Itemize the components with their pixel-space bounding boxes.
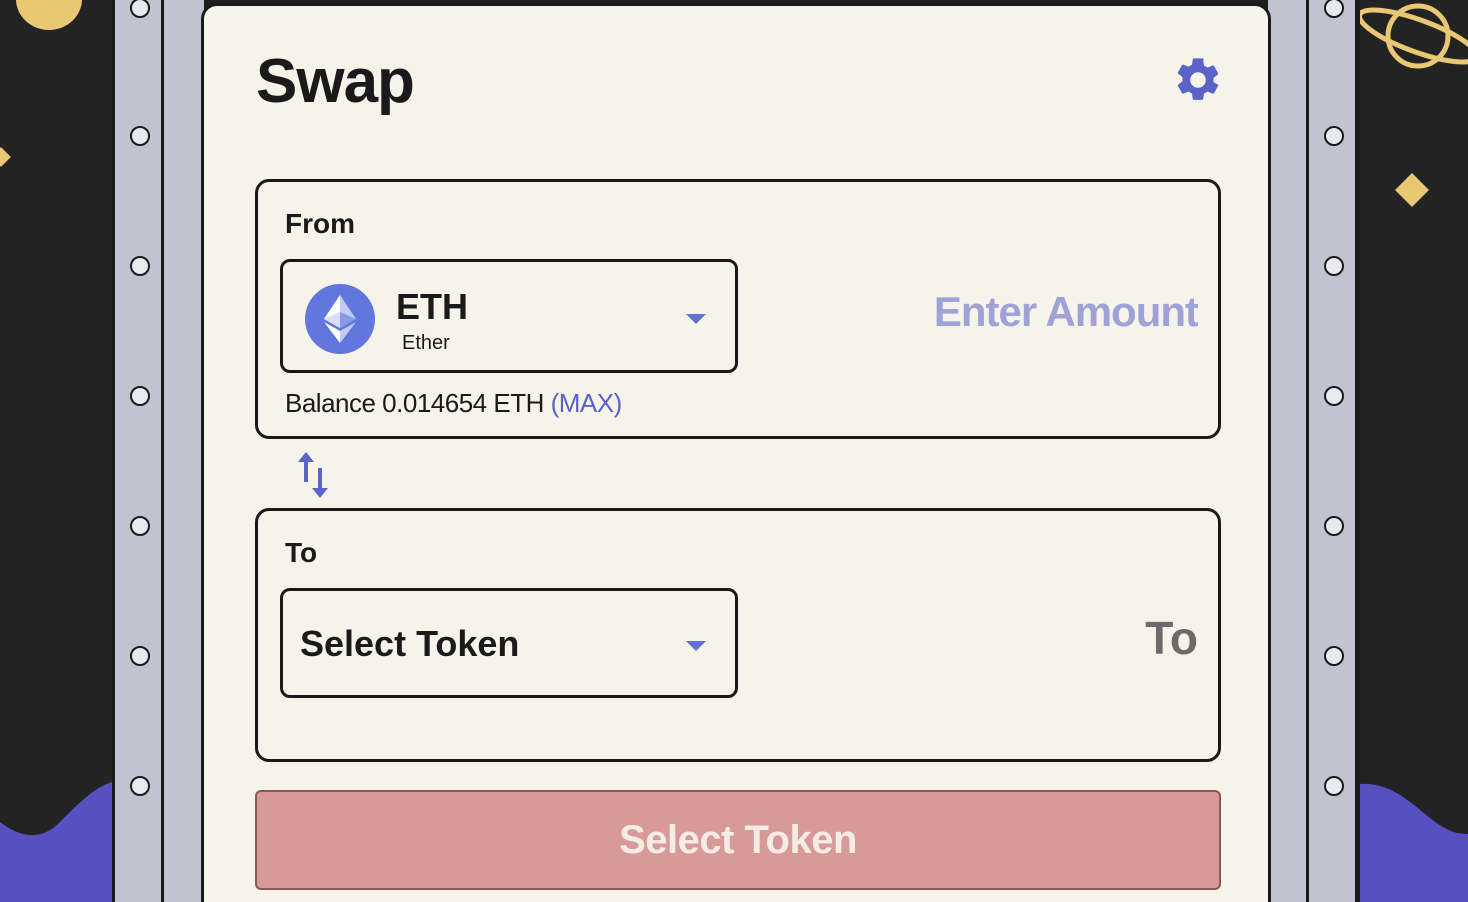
- to-token-select[interactable]: Select Token: [280, 588, 738, 698]
- swap-card: Swap From ETH Ether Balance 0.0146: [201, 3, 1271, 902]
- rail-gap: [164, 0, 204, 902]
- from-panel: From ETH Ether Balance 0.014654 ETH (MAX…: [255, 179, 1221, 439]
- balance-text: Balance 0.014654 ETH (MAX): [285, 388, 622, 419]
- rail-hole: [1324, 126, 1344, 146]
- rail-hole: [130, 126, 150, 146]
- wave-decoration: [0, 782, 112, 902]
- moon-decoration: [16, 0, 82, 30]
- rail-hole: [1324, 776, 1344, 796]
- chevron-down-icon: [686, 641, 706, 651]
- rail-hole: [130, 776, 150, 796]
- max-button[interactable]: (MAX): [551, 388, 623, 418]
- balance-value: Balance 0.014654 ETH: [285, 388, 544, 418]
- ethereum-logo-icon: [305, 284, 375, 354]
- to-label: To: [285, 537, 318, 568]
- to-amount-display: To: [1145, 612, 1198, 664]
- rail-hole: [1324, 646, 1344, 666]
- rail-hole: [1324, 256, 1344, 276]
- select-token-button[interactable]: Select Token: [255, 790, 1221, 890]
- rail-hole: [1324, 516, 1344, 536]
- gear-icon[interactable]: [1172, 54, 1224, 106]
- from-label: From: [285, 208, 355, 239]
- rail-hole: [130, 0, 150, 18]
- background-right: [1360, 0, 1468, 902]
- rail-hole: [130, 256, 150, 276]
- token-symbol: ETH: [396, 286, 468, 327]
- page-title: Swap: [256, 47, 415, 116]
- rail-gap: [1268, 0, 1308, 902]
- token-name: Ether: [402, 332, 450, 354]
- swap-arrows-icon[interactable]: [294, 450, 334, 500]
- diamond-decoration: [0, 147, 11, 167]
- rail-hole: [130, 516, 150, 536]
- chevron-down-icon: [686, 314, 706, 324]
- select-token-label: Select Token: [300, 623, 520, 664]
- from-token-select[interactable]: ETH Ether: [280, 259, 738, 373]
- wave-decoration: [1360, 783, 1468, 902]
- from-amount-input[interactable]: [878, 288, 1198, 336]
- rail-hole: [1324, 386, 1344, 406]
- planet-icon: [1360, 3, 1468, 69]
- rail-hole: [130, 646, 150, 666]
- rail-hole: [1324, 0, 1344, 18]
- rail-left: [112, 0, 164, 902]
- to-panel: To Select Token To: [255, 508, 1221, 762]
- rail-right: [1306, 0, 1358, 902]
- rail-hole: [130, 386, 150, 406]
- background-left: [0, 0, 112, 902]
